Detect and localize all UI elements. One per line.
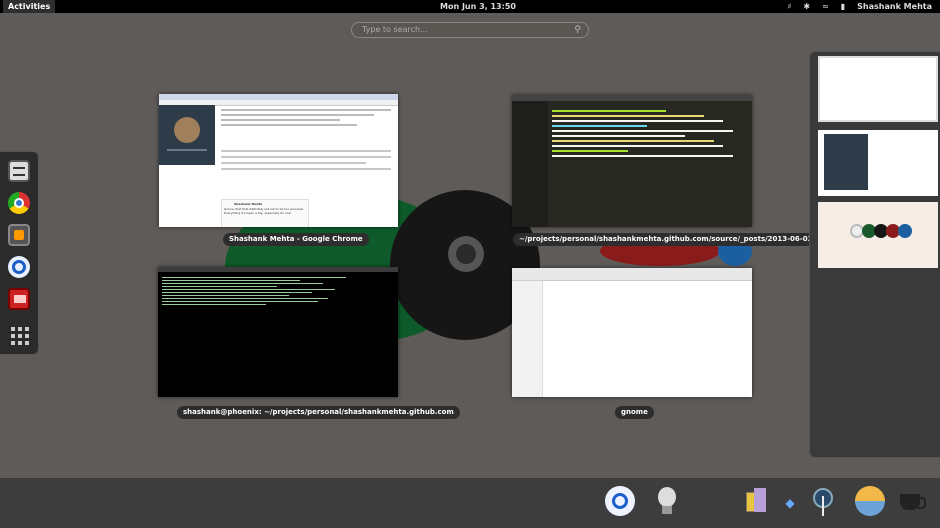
coffee-cup-icon[interactable] — [898, 486, 928, 516]
terminal-output — [162, 275, 392, 307]
sticky-notes-icon[interactable] — [742, 486, 772, 516]
blog-sidebar — [159, 105, 215, 165]
window-caption: gnome — [615, 406, 654, 419]
wifi-icon[interactable]: ≈ — [822, 0, 829, 13]
editor-sidebar — [512, 101, 548, 227]
bluetooth-icon[interactable]: ✱ — [803, 0, 810, 13]
network-tower-icon[interactable] — [808, 486, 838, 516]
blue-music-icon[interactable] — [8, 256, 30, 278]
sublime-text-icon[interactable] — [8, 224, 30, 246]
window-chrome[interactable]: Shashank Mehta Gonna chat that definitel… — [159, 94, 398, 227]
workspace-2[interactable] — [818, 130, 938, 196]
message-tray — [0, 478, 940, 528]
workspace-3[interactable] — [818, 202, 938, 268]
presentation-icon[interactable] — [8, 288, 30, 310]
activities-button[interactable]: Activities — [3, 0, 56, 13]
search-placeholder: Type to search... — [362, 25, 428, 34]
chrome-icon[interactable] — [8, 192, 30, 214]
workspace-1[interactable] — [818, 56, 938, 122]
window-caption: shashank@phoenix: ~/projects/personal/sh… — [177, 406, 460, 419]
file-sidebar — [512, 281, 543, 397]
status-area[interactable]: ♯ ✱ ≈ ▮ Shashank Mehta — [775, 0, 932, 13]
search-icon: ⚲ — [574, 25, 581, 35]
window-caption: Shashank Mehta - Google Chrome — [223, 233, 369, 246]
editor-code — [552, 107, 742, 160]
avatar — [174, 117, 200, 143]
dash — [0, 151, 39, 355]
blog-content — [221, 106, 391, 129]
window-file-manager[interactable] — [512, 268, 752, 397]
weather-icon[interactable] — [855, 486, 885, 516]
banshee-icon[interactable] — [605, 486, 635, 516]
dropbox-icon[interactable]: ◆ — [783, 496, 797, 510]
window-sublime[interactable] — [512, 95, 752, 227]
blog-body — [221, 146, 391, 174]
lightbulb-icon[interactable] — [653, 486, 683, 516]
vinyl-hole — [456, 244, 476, 264]
battery-icon[interactable]: ▮ — [841, 0, 845, 13]
embedded-tweet: Shashank Mehta Gonna chat that definitel… — [221, 199, 309, 227]
user-menu[interactable]: Shashank Mehta — [857, 0, 932, 13]
file-cabinet-icon[interactable] — [8, 160, 30, 182]
tweet-text: Gonna chat that definitely set out to be… — [224, 207, 305, 215]
top-bar: Activities Mon Jun 3, 13:50 ♯ ✱ ≈ ▮ Shas… — [0, 0, 940, 13]
search-input[interactable]: Type to search... ⚲ — [351, 22, 589, 38]
window-caption: ~/projects/personal/shashankmehta.github… — [513, 233, 830, 246]
volume-icon[interactable]: ♯ — [787, 0, 791, 13]
workspace-switcher — [809, 51, 940, 458]
window-terminal[interactable] — [158, 267, 398, 397]
grid-icon[interactable] — [8, 324, 30, 346]
clock[interactable]: Mon Jun 3, 13:50 — [440, 0, 516, 13]
